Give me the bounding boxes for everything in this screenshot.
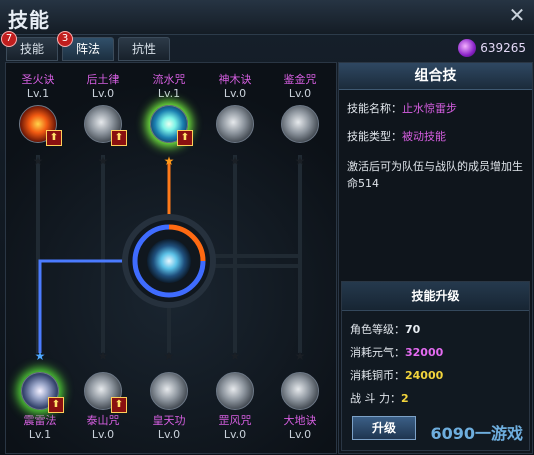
upgrade-value: 32000 [405,346,444,359]
tab-skills-badge: 7 [1,31,17,47]
skill-mountain-level: Lv.0 [91,428,115,441]
ground-skill-icon[interactable] [281,372,319,410]
combo-panel-header: 组合技 [339,63,532,90]
skill-wood-name: 神木诀 [218,73,252,86]
upgrade-arrow-icon[interactable]: ⬆ [177,130,193,146]
star-icon: ★ [34,349,46,363]
metal-skill-icon[interactable] [281,105,319,143]
upgrade-arrow-icon[interactable]: ⬆ [46,130,62,146]
skill-wind-level: Lv.0 [223,428,247,441]
skill-earth-name: 后土律 [86,73,120,86]
combo-name-label: 技能名称： [347,102,402,115]
window-title: 技能 [8,8,50,32]
upgrade-button[interactable]: 升级 [352,416,416,440]
star-icon: ★ [97,349,109,363]
tab-skills[interactable]: 技能 7 [1,31,58,61]
skill-fire-name: 圣火诀 [21,73,55,86]
skill-wood: 神木诀 Lv.0 [205,73,265,143]
upgrade-row-copper: 消耗铜币：24000 [350,369,521,383]
combo-orb-icon[interactable] [147,239,191,283]
skill-ground-level: Lv.0 [288,428,312,441]
wood-skill-icon[interactable] [216,105,254,143]
star-icon: ★ [32,154,44,168]
skill-metal-level: Lv.0 [288,87,312,100]
skill-thunder-name: 震雷法 [23,414,57,427]
tab-formation-badge: 3 [57,31,73,47]
wind-skill-icon[interactable] [216,372,254,410]
skill-metal-name: 鉴金咒 [283,73,317,86]
skill-heaven: 皇天功 Lv.0 [139,368,199,442]
skill-heaven-name: 皇天功 [152,414,186,427]
heaven-skill-icon[interactable] [150,372,188,410]
star-icon: ★ [229,349,241,363]
skill-thunder: ⬆ 震雷法 Lv.1 [10,368,70,442]
combo-type-value: 被动技能 [402,130,446,143]
upgrade-row-energy: 消耗元气：32000 [350,346,521,360]
tab-formation[interactable]: 阵法 3 [57,31,114,61]
fire-skill-icon[interactable]: ⬆ [19,105,62,146]
upgrade-panel-header: 技能升级 [342,282,529,311]
combo-type-label: 技能类型： [347,130,402,143]
earth-skill-icon[interactable]: ⬆ [84,105,127,146]
currency-amount: 639265 [480,41,526,55]
skill-ground-name: 大地诀 [283,414,317,427]
skill-mountain: ⬆ 泰山咒 Lv.0 [73,368,133,442]
skill-tree-panel: 圣火诀 Lv.1 ⬆ 后土律 Lv.0 ⬆ 流水咒 Lv.1 ⬆ 神木诀 Lv.… [5,62,337,454]
star-icon: ★ [229,154,241,168]
thunder-skill-icon[interactable]: ⬆ [21,372,64,413]
skill-ground: 大地诀 Lv.0 [270,368,330,442]
star-icon: ★ [163,154,175,168]
upgrade-value: 24000 [405,369,444,382]
skill-fire: 圣火诀 Lv.1 ⬆ [8,73,68,146]
upgrade-label: 消耗元气： [350,346,405,359]
combo-type-row: 技能类型：被动技能 [347,128,524,144]
skill-thunder-level: Lv.1 [28,428,52,441]
upgrade-value: 70 [405,323,421,336]
spirit-orb-icon [458,39,477,57]
star-icon: ★ [294,154,306,168]
upgrade-value: 2 [401,392,409,405]
upgrade-label: 战 斗 力： [350,392,401,405]
star-icon: ★ [97,154,109,168]
combo-name-row: 技能名称：止水惊雷步 [347,100,524,116]
currency-display: 639265 [458,37,526,59]
tab-resistance[interactable]: 抗性 [118,37,170,61]
tab-skills-label: 技能 [19,42,44,56]
mountain-skill-icon[interactable]: ⬆ [84,372,127,413]
combo-name-value: 止水惊雷步 [402,102,457,115]
title-bar: 技能 ✕ [0,0,534,35]
skill-water-name: 流水咒 [152,73,186,86]
site-watermark: 6090一游戏 [430,424,523,443]
skill-wind-name: 罡风咒 [218,414,252,427]
tab-resistance-label: 抗性 [131,42,156,56]
close-icon[interactable]: ✕ [506,4,528,26]
upgrade-arrow-icon[interactable]: ⬆ [111,397,127,413]
star-icon: ★ [163,349,175,363]
water-skill-icon[interactable]: ⬆ [150,105,193,146]
skill-water: 流水咒 Lv.1 ⬆ [139,73,199,146]
skill-wind: 罡风咒 Lv.0 [205,368,265,442]
skill-fire-level: Lv.1 [26,87,50,100]
upgrade-arrow-icon[interactable]: ⬆ [48,397,64,413]
active-path-thunder [38,259,131,353]
star-icon: ★ [294,349,306,363]
upgrade-arrow-icon[interactable]: ⬆ [111,130,127,146]
skill-metal: 鉴金咒 Lv.0 [270,73,330,143]
skill-wood-level: Lv.0 [223,87,247,100]
upgrade-label: 消耗铜币： [350,369,405,382]
skill-window: 技能 ✕ 技能 7 阵法 3 抗性 639265 圣火诀 Lv.1 ⬆ 后土律 … [0,0,534,455]
upgrade-panel: 技能升级 角色等级：70 消耗元气：32000 消耗铜币：24000 战 斗 力… [341,281,530,451]
upgrade-row-power: 战 斗 力：2 [350,392,521,406]
skill-earth: 后土律 Lv.0 ⬆ [73,73,133,146]
skill-heaven-level: Lv.0 [157,428,181,441]
combo-description: 激活后可为队伍与战队的成员增加生命514 [347,160,523,190]
upgrade-row-level: 角色等级：70 [350,323,521,337]
skill-earth-level: Lv.0 [91,87,115,100]
upgrade-label: 角色等级： [350,323,405,336]
skill-water-level: Lv.1 [157,87,181,100]
skill-mountain-name: 泰山咒 [86,414,120,427]
combo-skill-panel: 组合技 技能名称：止水惊雷步 技能类型：被动技能 激活后可为队伍与战队的成员增加… [338,62,533,454]
tab-formation-label: 阵法 [75,42,100,56]
